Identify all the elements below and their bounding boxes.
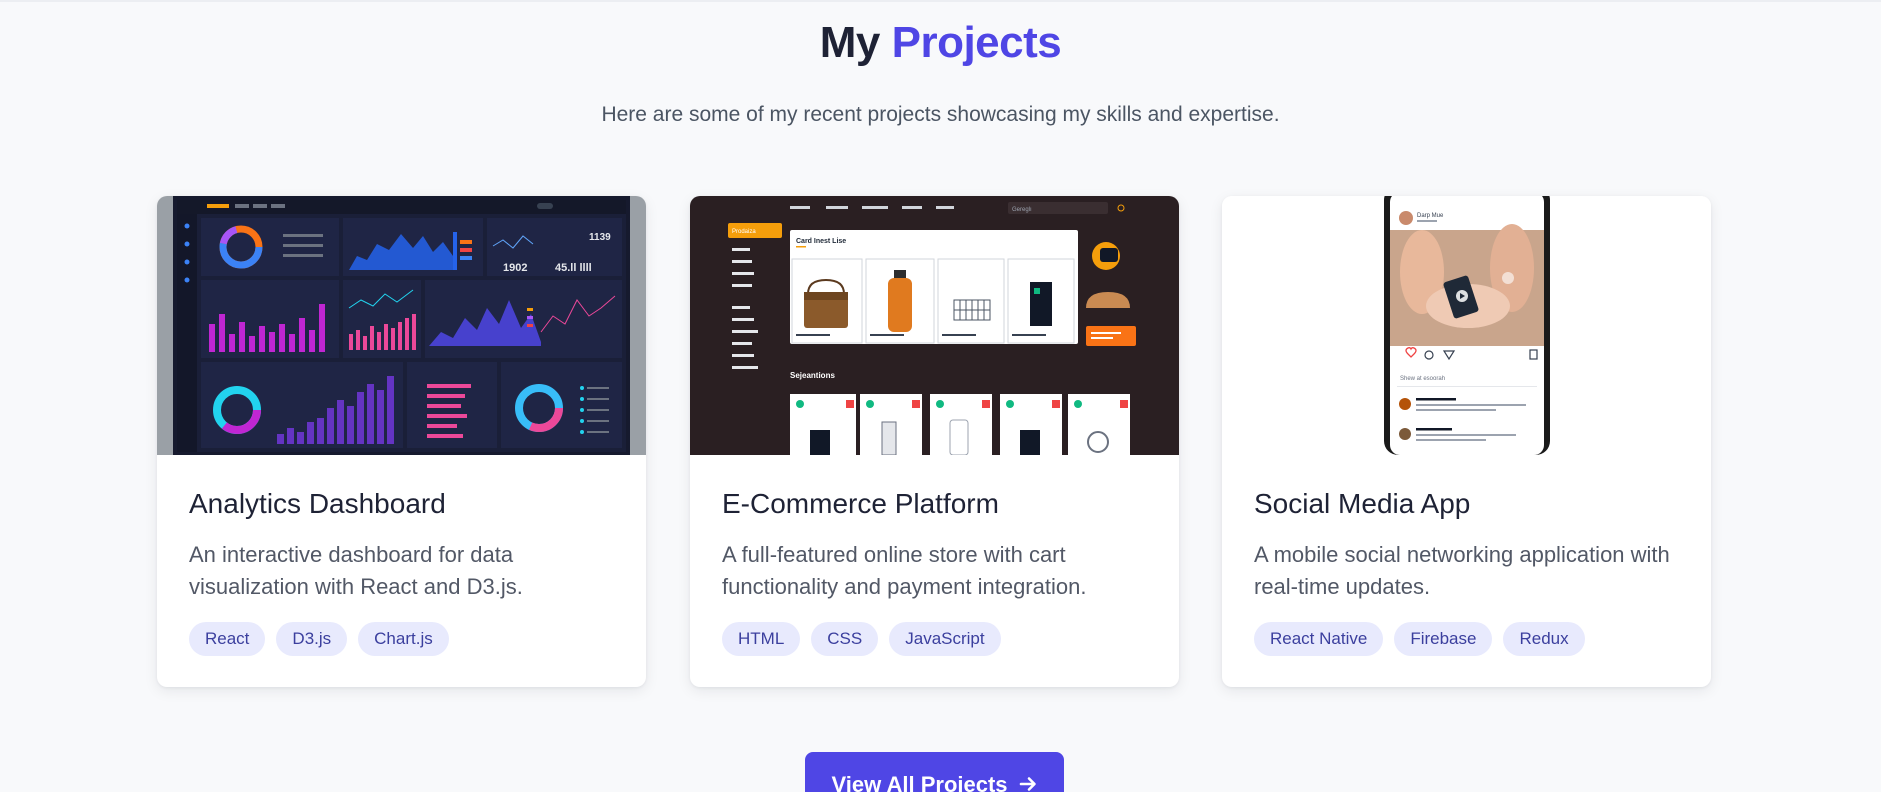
tech-tags: HTML CSS JavaScript	[722, 622, 1001, 656]
store-search-text: Gereglı	[1012, 207, 1032, 213]
tech-tag: HTML	[722, 622, 801, 656]
tech-tag: Firebase	[1394, 622, 1493, 656]
view-all-projects-button[interactable]: View All Projects	[805, 752, 1064, 792]
tech-tag: React Native	[1254, 622, 1384, 656]
social-app-preview-image: Darp Mue Shew at esoorah	[1222, 196, 1711, 455]
dashboard-preview-image: 1902 45.ll llll 1139	[157, 196, 646, 455]
project-title[interactable]: E-Commerce Platform	[722, 488, 999, 520]
store-sidebar-active: Prodaiza	[732, 229, 756, 235]
tech-tag: Redux	[1503, 622, 1585, 656]
tech-tags: React Native Firebase Redux	[1254, 622, 1585, 656]
kpi-value-2: 45.ll llll	[555, 262, 592, 274]
project-thumbnail[interactable]: 1902 45.ll llll 1139	[157, 196, 646, 455]
view-all-projects-label: View All Projects	[831, 772, 1008, 792]
project-description: A mobile social networking application w…	[1254, 542, 1670, 599]
store-list-title: Card Inest Lise	[796, 238, 846, 245]
project-thumbnail[interactable]: Gereglı Prodaiza Card Inest Lise Sejeant…	[690, 196, 1179, 455]
section-title-prefix: My	[819, 18, 881, 67]
project-card-social[interactable]: Darp Mue Shew at esoorah Social Media Ap…	[1222, 196, 1711, 687]
section-title-accent: Projects	[891, 18, 1062, 67]
tech-tag: D3.js	[276, 622, 348, 656]
kpi-value-1: 1902	[503, 262, 527, 274]
kpi-value-3: 1139	[589, 232, 611, 243]
top-divider	[0, 0, 1881, 2]
project-description: A full-featured online store with cart f…	[722, 542, 1087, 599]
comment-placeholder: Shew at esoorah	[1400, 376, 1445, 382]
project-description: An interactive dashboard for data visual…	[189, 542, 523, 599]
arrow-right-icon	[1019, 777, 1036, 791]
section-title: My Projects	[0, 18, 1881, 68]
tech-tag: React	[189, 622, 266, 656]
project-title[interactable]: Analytics Dashboard	[189, 488, 446, 520]
tech-tag: CSS	[811, 622, 879, 656]
tech-tags: React D3.js Chart.js	[189, 622, 449, 656]
project-card-analytics[interactable]: 1902 45.ll llll 1139 Analytics Dashboard…	[157, 196, 646, 687]
project-card-ecommerce[interactable]: Gereglı Prodaiza Card Inest Lise Sejeant…	[690, 196, 1179, 687]
project-title[interactable]: Social Media App	[1254, 488, 1470, 520]
tech-tag: Chart.js	[358, 622, 449, 656]
store-section-title: Sejeantions	[790, 371, 835, 380]
project-thumbnail[interactable]: Darp Mue Shew at esoorah	[1222, 196, 1711, 455]
post-username: Darp Mue	[1417, 213, 1444, 219]
ecommerce-preview-image: Gereglı Prodaiza Card Inest Lise Sejeant…	[690, 196, 1179, 455]
tech-tag: JavaScript	[889, 622, 1001, 656]
section-subtitle: Here are some of my recent projects show…	[601, 103, 1280, 126]
